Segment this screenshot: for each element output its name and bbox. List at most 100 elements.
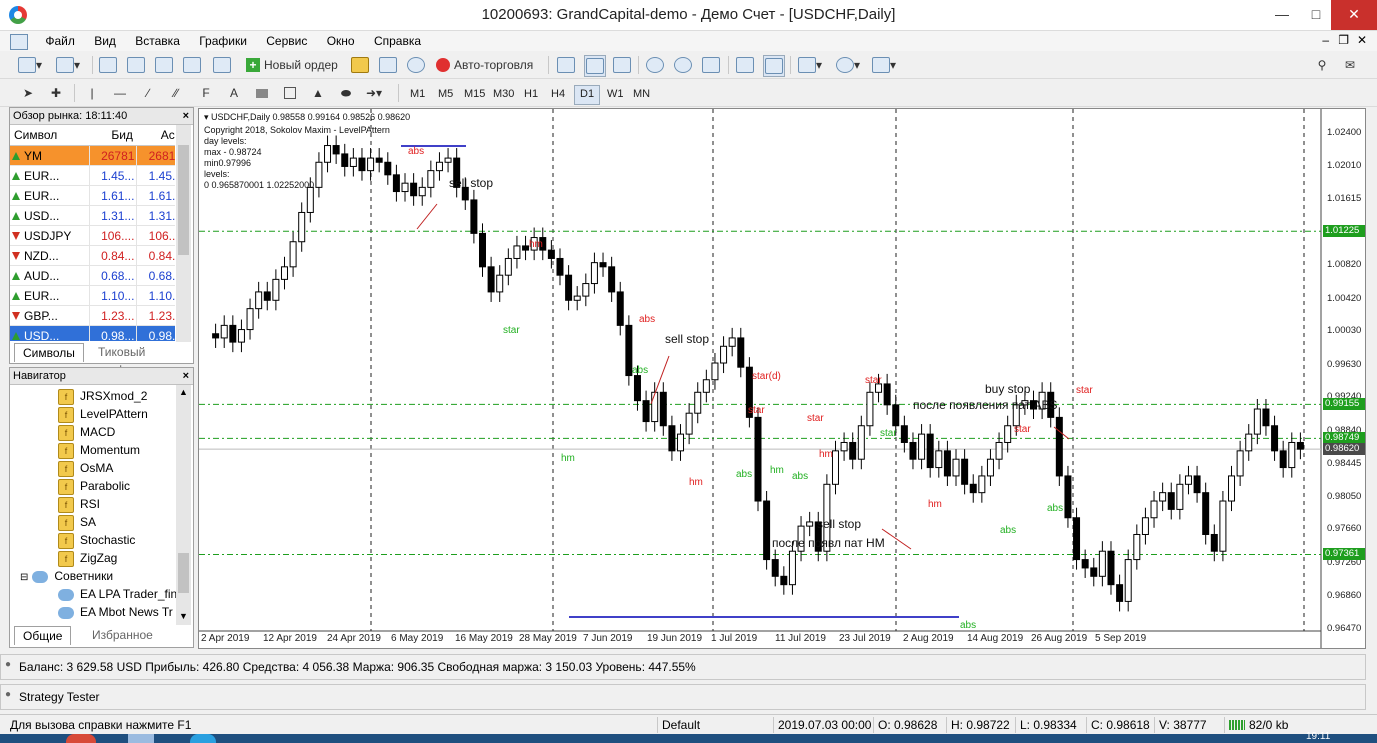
navigator-item[interactable]: f OsMA <box>58 459 113 477</box>
mdi-close-button[interactable]: ✕ <box>1357 33 1367 47</box>
menu-tools[interactable]: Сервис <box>258 31 315 51</box>
taskbar-app-icon[interactable] <box>66 734 96 743</box>
periods-button[interactable]: ▾ <box>836 55 860 75</box>
navigator-folder-experts[interactable]: ⊟ Советники <box>20 567 113 585</box>
channel-icon[interactable]: ∕∕ <box>166 83 186 103</box>
tf-d1[interactable]: D1 <box>574 85 601 105</box>
signals-button[interactable] <box>378 55 398 75</box>
navigator-expert-item[interactable]: EA Mbot News Tr <box>58 603 173 621</box>
new-order-button[interactable]: + Новый ордер <box>244 55 338 75</box>
text-icon[interactable]: A <box>224 83 244 103</box>
new-chart-button[interactable]: ▾ <box>18 55 42 75</box>
market-watch-row[interactable]: NZD...0.84...0.84... <box>10 245 175 266</box>
fibonacci-icon[interactable]: F <box>196 83 216 103</box>
menu-view[interactable]: Вид <box>86 31 124 51</box>
navigator-item[interactable]: f Momentum <box>58 441 140 459</box>
trendline-icon[interactable]: ∕ <box>138 83 158 103</box>
taskbar-app-icon[interactable] <box>190 734 216 743</box>
navigator-item[interactable]: f MACD <box>58 423 115 441</box>
close-icon[interactable]: × <box>183 368 189 384</box>
zoom-out-icon[interactable] <box>673 55 693 75</box>
tf-h1[interactable]: H1 <box>519 85 543 103</box>
menu-file[interactable]: Файл <box>37 31 83 51</box>
cursor-icon[interactable]: ➤ <box>18 83 38 103</box>
tab-common[interactable]: Общие <box>14 626 72 645</box>
col-bid[interactable]: Бид <box>89 125 137 146</box>
tile-windows-button[interactable] <box>701 55 721 75</box>
tab-tick-chart[interactable]: Тиковый график <box>90 343 193 377</box>
strategy-tester-button[interactable] <box>212 55 232 75</box>
menu-window[interactable]: Окно <box>319 31 363 51</box>
market-watch-row[interactable]: USD...0.98...0.98... <box>10 325 175 341</box>
profiles-button[interactable]: ▾ <box>56 55 80 75</box>
tf-h4[interactable]: H4 <box>546 85 570 103</box>
zoom-in-icon[interactable] <box>645 55 665 75</box>
navigator-button[interactable] <box>154 55 174 75</box>
navigator-expert-item[interactable]: EA LPA Trader_fin <box>58 585 177 603</box>
price-chart[interactable]: ▾ USDCHF,Daily 0.98558 0.99164 0.98526 0… <box>198 108 1366 649</box>
close-button[interactable]: ✕ <box>1331 0 1377 30</box>
triangle-icon[interactable]: ▲ <box>308 83 328 103</box>
navigator-item[interactable]: f SA <box>58 513 96 531</box>
market-watch-row[interactable]: USD...1.31...1.31... <box>10 205 175 226</box>
chart-canvas[interactable] <box>199 109 1365 648</box>
close-icon[interactable]: × <box>183 108 189 124</box>
market-watch-row[interactable]: AUD...0.68...0.68... <box>10 265 175 286</box>
market-watch-button[interactable] <box>98 55 118 75</box>
metaeditor-button[interactable] <box>350 55 370 75</box>
col-symbol[interactable]: Символ <box>10 125 90 146</box>
templates-button[interactable]: ▾ <box>872 55 896 75</box>
vertical-line-icon[interactable]: | <box>82 83 102 103</box>
market-watch-row[interactable]: EUR...1.10...1.10... <box>10 285 175 306</box>
navigator-item[interactable]: f Stochastic <box>58 531 135 549</box>
mdi-restore-button[interactable]: ❐ <box>1338 33 1349 47</box>
navigator-expert-item[interactable]: MACD Sample <box>58 621 159 625</box>
label-icon[interactable] <box>252 83 272 103</box>
navigator-item[interactable]: f Parabolic <box>58 477 130 495</box>
tf-w1[interactable]: W1 <box>602 85 629 103</box>
mdi-minimize-button[interactable]: – <box>1322 33 1329 47</box>
crosshair-icon[interactable]: ✚ <box>46 83 66 103</box>
tf-m5[interactable]: M5 <box>433 85 458 103</box>
data-window-button[interactable] <box>126 55 146 75</box>
col-ask[interactable]: Аск <box>136 125 175 146</box>
strategy-tester-bar[interactable]: ● Strategy Tester <box>0 684 1366 710</box>
indicators-button[interactable]: ▾ <box>798 55 822 75</box>
radio-button[interactable] <box>406 55 426 75</box>
minimize-button[interactable]: — <box>1265 0 1299 30</box>
bar-chart-button[interactable] <box>556 55 576 75</box>
market-watch-row[interactable]: USDJPY106....106.... <box>10 225 175 246</box>
autoscroll-button[interactable] <box>763 55 785 77</box>
tab-symbols[interactable]: Символы <box>14 343 84 362</box>
tf-m30[interactable]: M30 <box>488 85 519 103</box>
chart-shift-button[interactable] <box>735 55 755 75</box>
tf-m15[interactable]: M15 <box>459 85 490 103</box>
menu-insert[interactable]: Вставка <box>127 31 188 51</box>
rectangle-icon[interactable] <box>280 83 300 103</box>
search-icon[interactable]: ⚲ <box>1312 55 1332 75</box>
auto-trading-button[interactable]: Авто-торговля <box>434 55 533 75</box>
navigator-item[interactable]: f LevelPAttern <box>58 405 148 423</box>
terminal-button[interactable] <box>182 55 202 75</box>
tf-m1[interactable]: M1 <box>405 85 430 103</box>
maximize-button[interactable]: □ <box>1299 0 1333 30</box>
ellipse-icon[interactable]: ⬬ <box>336 83 356 103</box>
tf-mn[interactable]: MN <box>628 85 655 103</box>
navigator-scrollbar[interactable]: ▲ ▼ <box>176 385 191 625</box>
navigator-item[interactable]: f ZigZag <box>58 549 117 567</box>
market-watch-row[interactable]: EUR...1.45...1.45... <box>10 165 175 186</box>
market-watch-row[interactable]: EUR...1.61...1.61... <box>10 185 175 206</box>
taskbar-app-icon[interactable] <box>128 734 154 743</box>
chat-icon[interactable]: ✉ <box>1340 55 1360 75</box>
market-watch-row[interactable]: YM2678126814 <box>10 145 175 166</box>
navigator-item[interactable]: f RSI <box>58 495 100 513</box>
market-watch-row[interactable]: GBP...1.23...1.23... <box>10 305 175 326</box>
line-chart-button[interactable] <box>612 55 632 75</box>
candlestick-button[interactable] <box>584 55 606 77</box>
menu-charts[interactable]: Графики <box>191 31 255 51</box>
tab-favorites[interactable]: Избранное <box>84 626 161 644</box>
menu-help[interactable]: Справка <box>366 31 429 51</box>
navigator-item[interactable]: f JRSXmod_2 <box>58 387 147 405</box>
horizontal-line-icon[interactable]: — <box>110 83 130 103</box>
market-watch-scrollbar[interactable] <box>176 125 191 342</box>
